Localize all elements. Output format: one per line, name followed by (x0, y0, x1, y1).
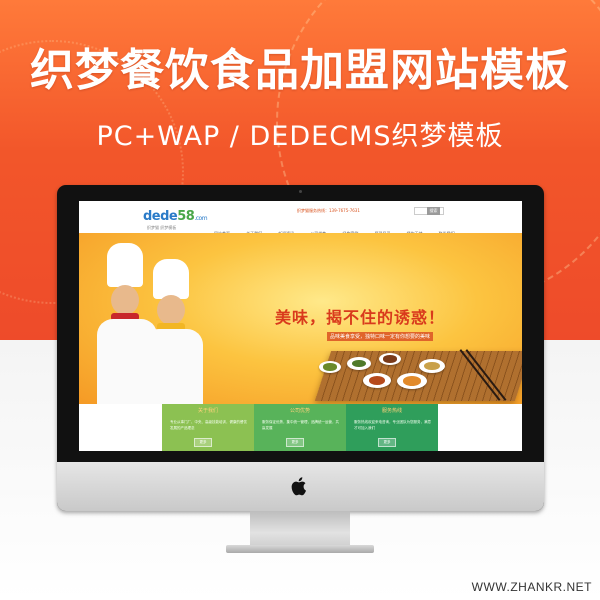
monitor-screen: dede58.com 织梦猫 织梦模板 织梦猫服务热线：139-7675-763… (79, 201, 522, 451)
dish-image (419, 359, 445, 373)
chef-image-right (141, 233, 203, 404)
dish-image (397, 373, 427, 389)
site-logo[interactable]: dede58.com (143, 209, 208, 224)
hero-slider[interactable]: 美味，揭不住的诱惑！ 品味美食享受，独特口味一定有你想要的美味 (79, 233, 522, 404)
banner-title: 织梦餐饮食品加盟网站模板 (30, 45, 570, 96)
dish-image (363, 373, 391, 388)
monitor-stand-foot (226, 545, 374, 553)
hero-tagline: 品味美食享受，独特口味一定有你想要的美味 (327, 332, 434, 341)
feature-box-text: 服务保证优势，集中统一管理，品牌统一运营，共赢发展 (262, 420, 339, 430)
feature-box: 关于我们 专业从事门厂、中央、高级技能培训，健康的餐饮发展的产品理念 更多 (162, 404, 254, 451)
hero-slogan: 美味，揭不住的诱惑！ (275, 308, 446, 327)
more-button[interactable]: 更多 (194, 438, 212, 447)
feature-box-title: 服务热线 (381, 408, 402, 414)
camera-icon (299, 190, 302, 193)
dish-image (319, 361, 341, 373)
hotline-text: 织梦猫服务热线：139-7675-7631 (297, 208, 360, 213)
feature-box-title: 关于我们 (197, 408, 218, 414)
logo-five: 58 (177, 209, 195, 224)
monitor-stand-neck (250, 511, 350, 547)
apple-logo-icon (291, 477, 306, 496)
feature-boxes: 关于我们 专业从事门厂、中央、高级技能培训，健康的餐饮发展的产品理念 更多 公司… (162, 404, 522, 451)
banner-subtitle: PC+WAP / DEDECMS织梦模板 (96, 121, 504, 152)
logo-subtitle: 织梦猫 织梦模板 (147, 225, 177, 230)
feature-box-text: 专业从事门厂、中央、高级技能培训，健康的餐饮发展的产品理念 (170, 420, 247, 430)
search-button[interactable]: 搜索 (427, 207, 440, 215)
dish-image (379, 353, 401, 365)
site-nav: 网站首页 关于我们 新闻资讯 公司优势 经典案例 展现风采 餐饮天地 联系我们 (214, 220, 514, 236)
logo-domain: .com (194, 215, 208, 222)
feature-box: 服务热线 服务热线欢迎来电咨询，专业团队为您服务，满意才可加入我们 更多 (346, 404, 438, 451)
dish-image (347, 357, 371, 370)
logo-main: dede (143, 209, 178, 224)
feature-box-title: 公司优势 (289, 408, 310, 414)
more-button[interactable]: 更多 (378, 438, 396, 447)
feature-box: 公司优势 服务保证优势，集中统一管理，品牌统一运营，共赢发展 更多 (254, 404, 346, 451)
more-button[interactable]: 更多 (286, 438, 304, 447)
watermark-text: WWW.ZHANKR.NET (471, 580, 592, 594)
site-header: dede58.com 织梦猫 织梦模板 织梦猫服务热线：139-7675-763… (79, 201, 522, 236)
feature-box-text: 服务热线欢迎来电咨询，专业团队为您服务，满意才可加入我们 (354, 420, 431, 430)
